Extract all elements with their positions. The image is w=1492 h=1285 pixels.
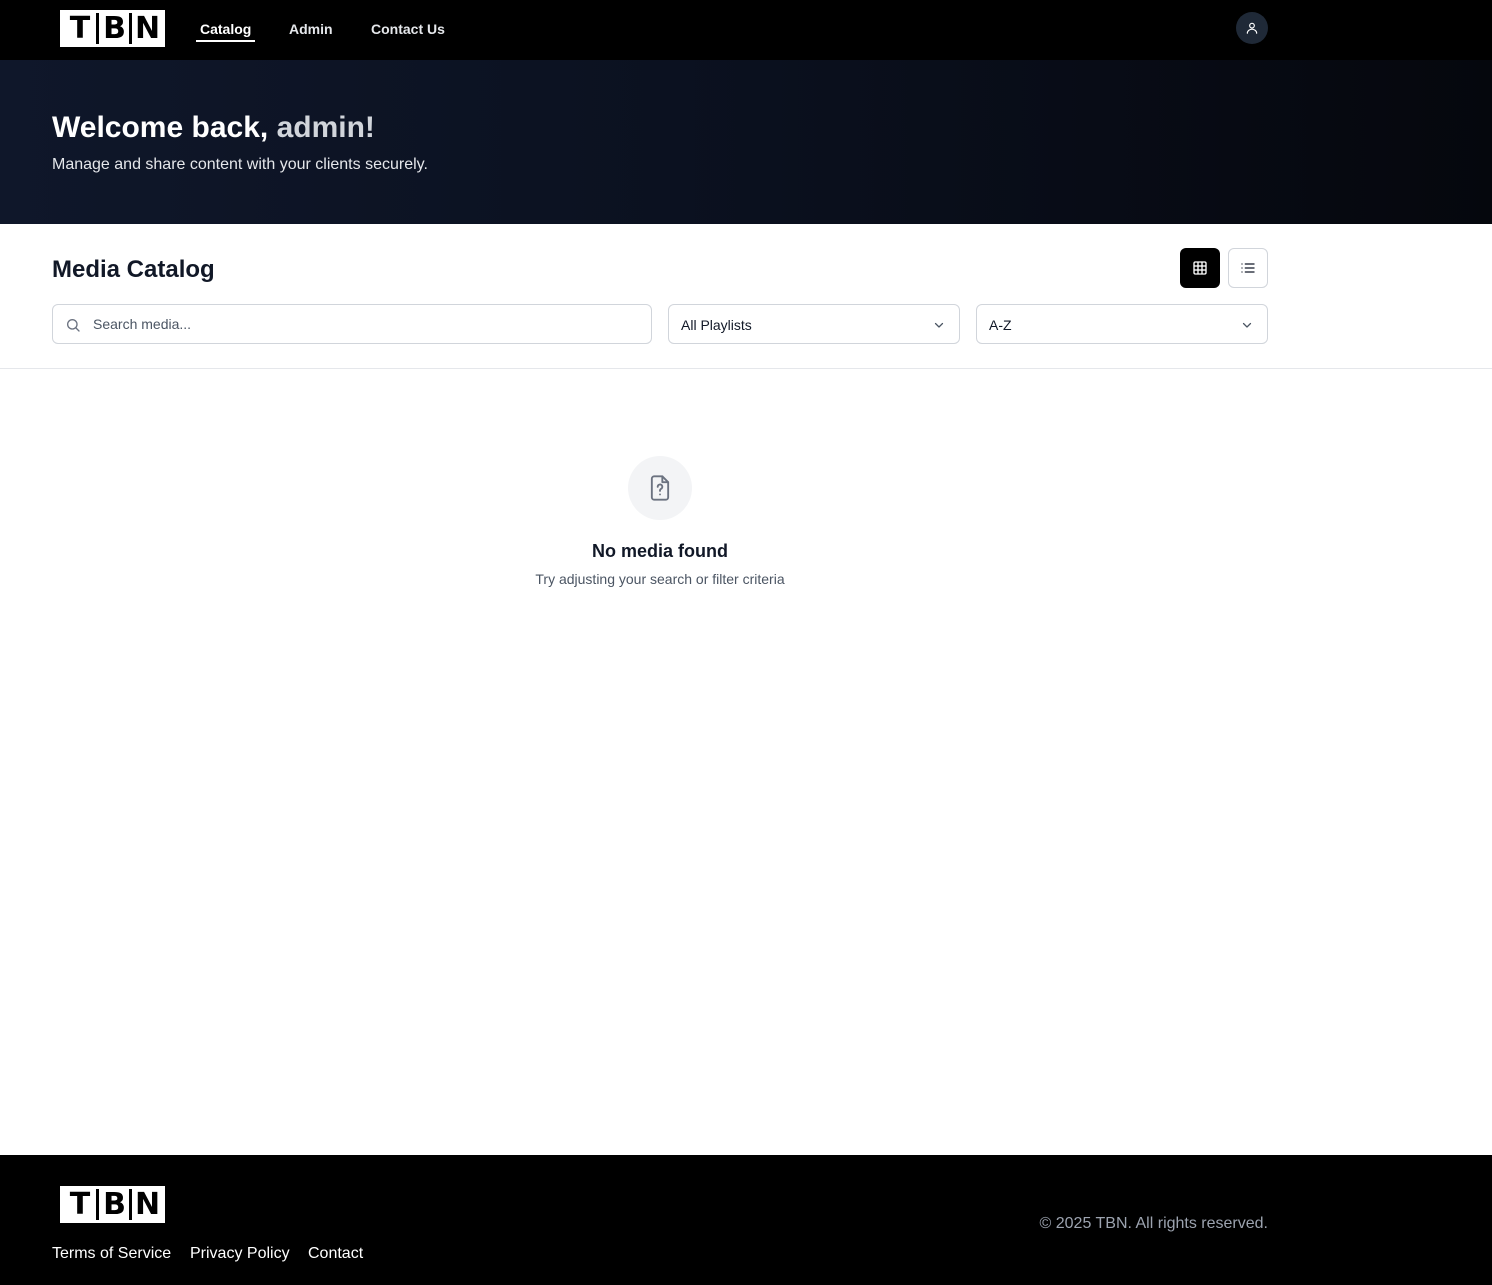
playlist-filter-value: All Playlists <box>681 317 752 333</box>
logo-letter-n: N <box>129 1189 162 1220</box>
footer-tbn-logo[interactable]: T B N <box>60 1186 165 1223</box>
welcome-username: admin! <box>276 111 375 144</box>
nav-link-admin[interactable]: Admin <box>289 20 333 38</box>
user-icon <box>1246 22 1258 34</box>
catalog-toolbar: Media Catalog All Playlists <box>0 224 1492 369</box>
nav-link-contact-us[interactable]: Contact Us <box>371 20 445 38</box>
footer-link-terms[interactable]: Terms of Service <box>52 1244 171 1264</box>
playlist-filter-select[interactable]: All Playlists <box>668 304 960 344</box>
logo-letter-t: T <box>63 1189 96 1220</box>
logo-letter-b: B <box>96 13 129 44</box>
search-input[interactable] <box>93 305 643 343</box>
logo-letter-t: T <box>63 13 96 44</box>
welcome-heading: Welcome back, admin! <box>52 111 375 145</box>
nav-link-catalog[interactable]: Catalog <box>196 20 256 42</box>
page-title: Media Catalog <box>52 256 215 283</box>
footer: T B N Terms of Service Privacy Policy Co… <box>0 1155 1492 1285</box>
search-icon <box>67 319 80 332</box>
footer-link-contact[interactable]: Contact <box>308 1244 363 1264</box>
sort-value: A-Z <box>989 317 1012 333</box>
welcome-hero: Welcome back, admin! Manage and share co… <box>0 60 1492 224</box>
footer-link-privacy[interactable]: Privacy Policy <box>190 1244 290 1264</box>
sort-select[interactable]: A-Z <box>976 304 1268 344</box>
welcome-subtitle: Manage and share content with your clien… <box>52 156 428 173</box>
empty-state-title: No media found <box>592 541 728 561</box>
logo-letter-n: N <box>129 13 162 44</box>
list-icon <box>1241 263 1255 273</box>
user-menu-button[interactable] <box>1236 12 1268 44</box>
chevron-down-icon <box>1242 322 1252 328</box>
search-box <box>52 304 652 344</box>
grid-view-button[interactable] <box>1180 248 1220 288</box>
chevron-down-icon <box>934 322 944 328</box>
tbn-logo[interactable]: T B N <box>60 10 165 47</box>
file-question-icon <box>650 475 670 501</box>
empty-state-icon-wrapper <box>628 456 692 520</box>
logo-letter-b: B <box>96 1189 129 1220</box>
empty-state-message: Try adjusting your search or filter crit… <box>535 571 785 587</box>
grid-icon <box>1193 261 1207 275</box>
top-nav: T B N Catalog Admin Contact Us <box>0 0 1492 60</box>
list-view-button[interactable] <box>1228 248 1268 288</box>
copyright-text: © 2025 TBN. All rights reserved. <box>1039 1215 1268 1232</box>
welcome-greeting: Welcome back, <box>52 111 269 144</box>
